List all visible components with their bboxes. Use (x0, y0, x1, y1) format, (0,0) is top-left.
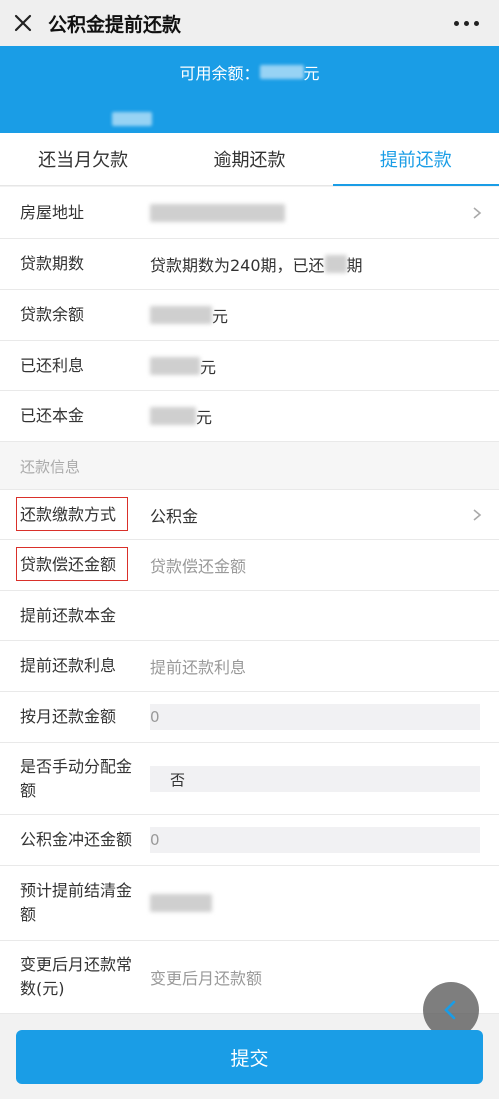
redacted-settle-amount (150, 894, 212, 912)
loan-balance-value: 元 (150, 303, 228, 327)
principal-paid-value: 元 (150, 404, 212, 428)
balance-unit: 元 (303, 64, 320, 83)
manual-alloc-select[interactable]: 否 (150, 766, 480, 792)
fund-offset-label: 公积金冲还金额 (20, 830, 133, 849)
interest-paid-row: 已还利息 元 (0, 341, 499, 391)
principal-paid-label: 已还本金 (20, 406, 85, 425)
changed-monthly-input[interactable]: 变更后月还款额 (150, 965, 262, 989)
interest-paid-value: 元 (150, 354, 216, 378)
prepay-interest-label: 提前还款利息 (20, 656, 117, 675)
tab-overdue[interactable]: 逾期还款 (166, 133, 332, 185)
available-balance: 可用余额： 元 (0, 60, 499, 84)
monthly-amount-field: 0 (150, 704, 480, 730)
more-menu-button[interactable] (449, 10, 483, 36)
repay-amount-input[interactable]: 贷款偿还金额 (150, 553, 246, 577)
title-bar: 公积金提前还款 (0, 0, 499, 46)
monthly-amount-label: 按月还款金额 (20, 707, 117, 726)
fund-offset-field: 0 (150, 827, 480, 853)
repayment-form: 还款缴款方式 公积金 贷款偿还金额 贷款偿还金额 提前还款本金 提前还款利息 提… (0, 490, 499, 1014)
payment-method-label: 还款缴款方式 (20, 504, 117, 524)
repay-amount-row[interactable]: 贷款偿还金额 贷款偿还金额 (0, 540, 499, 591)
estimated-settle-row: 预计提前结清金额 (0, 866, 499, 941)
more-icon-dot (463, 20, 469, 26)
balance-label: 可用余额： (179, 64, 260, 83)
redacted-loan-balance (150, 306, 212, 324)
term-value-prefix: 贷款期数为240期，已还 (150, 256, 325, 275)
tab-prepayment[interactable]: 提前还款 (332, 133, 499, 186)
loan-balance-label: 贷款余额 (20, 305, 85, 324)
term-value-suffix: 期 (346, 256, 363, 275)
chevron-right-icon (473, 508, 482, 521)
principal-paid-unit: 元 (196, 408, 213, 427)
prepay-interest-row[interactable]: 提前还款利息 提前还款利息 (0, 641, 499, 692)
more-icon-dot (473, 20, 479, 26)
redacted-balance (259, 65, 304, 79)
term-label: 贷款期数 (20, 254, 85, 273)
manual-alloc-label: 是否手动分配金额 (20, 756, 133, 800)
balance-banner: 可用余额： 元 (0, 46, 499, 133)
repayment-info-section: 还款信息 (0, 442, 499, 490)
redacted-account (112, 112, 152, 126)
tab-current-month[interactable]: 还当月欠款 (0, 133, 166, 185)
chevron-left-icon (444, 1000, 456, 1020)
prepay-principal-label: 提前还款本金 (20, 605, 117, 625)
manual-alloc-row[interactable]: 是否手动分配金额 否 (0, 743, 499, 815)
page-title: 公积金提前还款 (48, 13, 182, 36)
payment-method-row[interactable]: 还款缴款方式 公积金 (0, 490, 499, 540)
redacted-address (150, 203, 285, 222)
estimated-settle-value (150, 894, 212, 912)
address-row[interactable]: 房屋地址 (0, 187, 499, 239)
term-value: 贷款期数为240期，已还 期 (150, 252, 363, 276)
loan-info-list: 房屋地址 贷款期数 贷款期数为240期，已还 期 贷款余额 元 已还利息 元 已… (0, 187, 499, 442)
close-button[interactable] (0, 0, 46, 46)
fund-offset-row: 公积金冲还金额 0 (0, 815, 499, 866)
term-row: 贷款期数 贷款期数为240期，已还 期 (0, 239, 499, 290)
interest-paid-label: 已还利息 (20, 355, 85, 375)
changed-monthly-label: 变更后月还款常数(元) (20, 955, 133, 998)
loan-balance-row: 贷款余额 元 (0, 290, 499, 341)
address-label: 房屋地址 (20, 202, 85, 222)
section-title: 还款信息 (20, 458, 81, 476)
monthly-amount-row: 按月还款金额 0 (0, 692, 499, 743)
submit-button[interactable]: 提交 (16, 1030, 483, 1084)
interest-paid-unit: 元 (200, 357, 217, 377)
loan-balance-unit: 元 (212, 307, 229, 326)
principal-paid-row: 已还本金 元 (0, 391, 499, 442)
repay-amount-label: 贷款偿还金额 (20, 555, 117, 574)
payment-method-value: 公积金 (150, 506, 199, 526)
more-icon (453, 20, 459, 26)
redacted-principal-paid (150, 407, 196, 425)
redacted-paid-terms (324, 255, 347, 273)
prepay-interest-input[interactable]: 提前还款利息 (150, 654, 246, 678)
estimated-settle-label: 预计提前结清金额 (20, 881, 133, 924)
redacted-interest-paid (150, 356, 200, 375)
close-icon (14, 14, 32, 32)
repayment-tabs: 还当月欠款 逾期还款 提前还款 (0, 133, 499, 186)
chevron-right-icon (473, 206, 482, 219)
prepay-principal-row[interactable]: 提前还款本金 (0, 591, 499, 641)
address-value (150, 203, 285, 222)
